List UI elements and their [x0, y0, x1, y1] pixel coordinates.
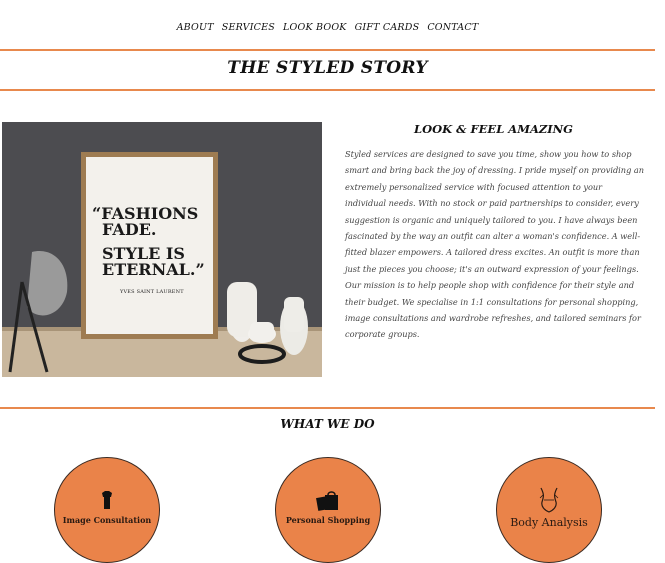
service-label: Body Analysis [510, 516, 588, 529]
service-personal-shopping[interactable]: Personal Shopping [275, 457, 381, 563]
about-heading: LOOK & FEEL AMAZING [414, 122, 573, 136]
poster-line-2: FADE. [102, 220, 157, 239]
nav-link-about[interactable]: About [177, 18, 214, 38]
nav-link-gift-cards[interactable]: Gift Cards [355, 18, 420, 38]
shirt-icon [102, 491, 112, 509]
shopping-bags-icon [316, 491, 338, 511]
header-bottom-divider [0, 89, 655, 91]
nav-link-services[interactable]: Services [222, 18, 275, 38]
poster-credit: YVES SAINT LAURENT [120, 289, 184, 295]
section-divider [0, 407, 655, 409]
hero-image: “FASHIONS FADE. STYLE IS ETERNAL.” YVES … [2, 122, 322, 377]
service-body-analysis[interactable]: Body Analysis [496, 457, 602, 563]
poster-line-4: ETERNAL.” [102, 260, 205, 279]
about-body-text: Styled services are designed to save you… [345, 149, 645, 340]
site-title: THE STYLED STORY [227, 58, 428, 78]
header-top-divider [0, 49, 655, 51]
body-silhouette-icon [539, 487, 559, 513]
nav-link-contact[interactable]: Contact [427, 18, 478, 38]
main-nav: About Services Look Book Gift Cards Cont… [0, 18, 655, 38]
what-we-do-heading: WHAT WE DO [280, 417, 375, 431]
service-image-consultation[interactable]: Image Consultation [54, 457, 160, 563]
nav-link-look-book[interactable]: Look Book [283, 18, 347, 38]
